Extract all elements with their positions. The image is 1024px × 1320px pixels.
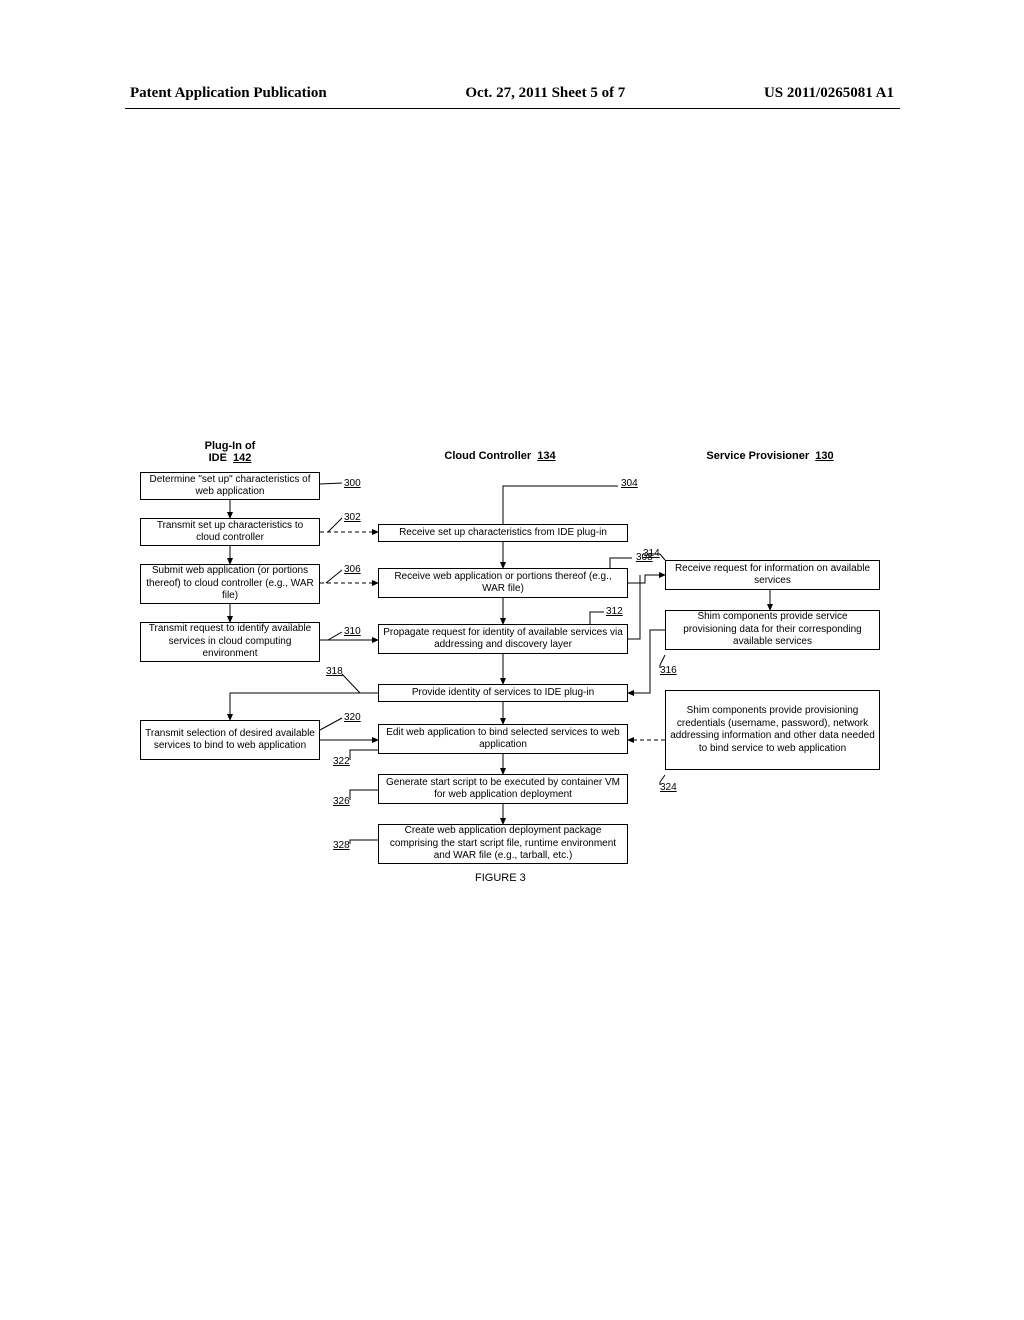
ref-328: 328 [333,840,350,851]
ref-322: 322 [333,756,350,767]
col2-ref: 134 [537,450,555,462]
ref-318: 318 [326,666,343,677]
box-328: Create web application deployment packag… [378,824,628,864]
ref-324: 324 [660,782,677,793]
box-310: Transmit request to identify available s… [140,622,320,662]
ref-320: 320 [344,712,361,723]
page-header: Patent Application Publication Oct. 27, … [0,85,1024,102]
header-middle: Oct. 27, 2011 Sheet 5 of 7 [465,85,625,102]
box-316: Shim components provide service provisio… [665,610,880,650]
box-306: Submit web application (or portions ther… [140,564,320,604]
header-rule [125,108,900,109]
col3-ref: 130 [815,450,833,462]
col2-title: Cloud Controller [444,450,531,462]
col3-header: Service Provisioner 130 [670,450,870,462]
box-320: Transmit selection of desired available … [140,720,320,760]
box-304: Receive set up characteristics from IDE … [378,524,628,542]
ref-316: 316 [660,665,677,676]
box-312: Propagate request for identity of availa… [378,624,628,654]
col3-title: Service Provisioner [706,450,809,462]
box-318: Provide identity of services to IDE plug… [378,684,628,702]
box-302: Transmit set up characteristics to cloud… [140,518,320,546]
box-300: Determine "set up" characteristics of we… [140,472,320,500]
ref-326: 326 [333,796,350,807]
ref-314: 314 [643,548,660,559]
ref-302: 302 [344,512,361,523]
col1-ref: 142 [233,452,251,464]
box-308: Receive web application or portions ther… [378,568,628,598]
ref-300: 300 [344,478,361,489]
col1-header: Plug-In of IDE 142 [170,440,290,464]
figure-caption: FIGURE 3 [475,872,526,884]
col2-header: Cloud Controller 134 [400,450,600,462]
box-314: Receive request for information on avail… [665,560,880,590]
ref-312: 312 [606,606,623,617]
ref-304: 304 [621,478,638,489]
header-right: US 2011/0265081 A1 [764,85,894,102]
box-324: Shim components provide provisioning cre… [665,690,880,770]
ref-306: 306 [344,564,361,575]
box-326: Generate start script to be executed by … [378,774,628,804]
box-322: Edit web application to bind selected se… [378,724,628,754]
header-left: Patent Application Publication [130,85,327,102]
ref-310: 310 [344,626,361,637]
